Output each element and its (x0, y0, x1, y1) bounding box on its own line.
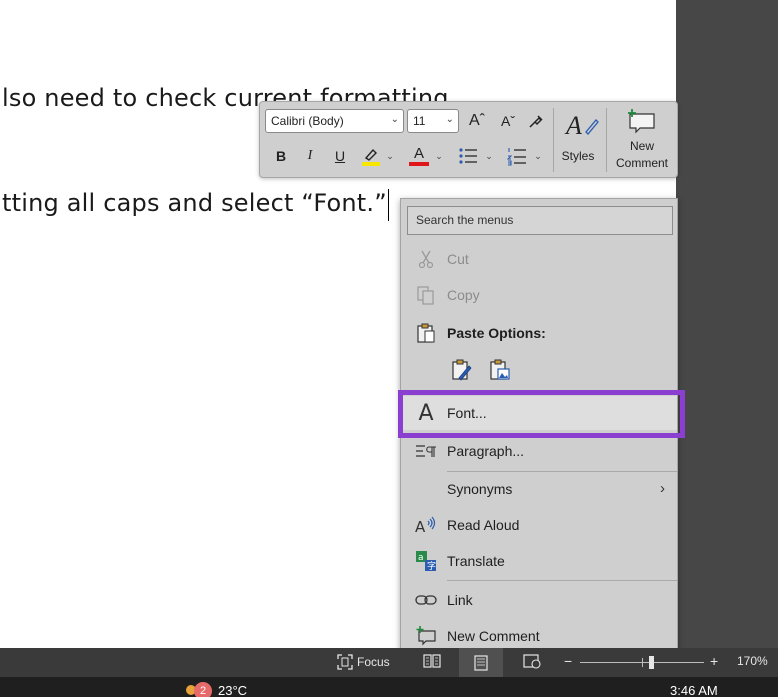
bullets-dropdown[interactable]: ⌄ (484, 148, 494, 164)
zoom-slider-center-tick (642, 658, 643, 667)
read-mode-icon (423, 654, 441, 668)
menu-item-label: Read Aloud (447, 517, 520, 533)
format-painter-icon (529, 115, 543, 128)
menu-item-font[interactable]: A Font... (401, 396, 677, 430)
menu-item-paragraph[interactable]: Paragraph... (401, 434, 677, 468)
zoom-level[interactable]: 170% (737, 654, 768, 668)
underline-button[interactable]: U (331, 144, 349, 168)
taskbar-clock[interactable]: 3:46 AM (670, 683, 718, 697)
web-layout-icon (523, 654, 541, 669)
paragraph-icon (415, 440, 437, 462)
menu-section-paste-options: Paste Options: (401, 316, 677, 350)
paste-keep-formatting-button[interactable] (449, 357, 475, 383)
chevron-down-icon: ⌄ (445, 114, 454, 125)
svg-text:字: 字 (427, 560, 436, 572)
toolbar-divider (606, 108, 607, 172)
grow-font-button[interactable]: Aˆ (465, 110, 489, 132)
read-aloud-icon: A (415, 514, 437, 536)
new-comment-label-line1: New (629, 139, 654, 153)
menu-item-translate[interactable]: a字 Translate (401, 544, 677, 578)
document-text-line[interactable]: tting all caps and select “Font.” (2, 189, 387, 217)
highlighter-icon (362, 148, 380, 166)
font-color-letter: A (413, 145, 424, 162)
menu-item-label: Paragraph... (447, 443, 525, 459)
font-color-button[interactable]: A (407, 144, 431, 168)
windows-taskbar: 2 23°C 3:46 AM (0, 677, 778, 697)
print-layout-button[interactable] (459, 648, 503, 677)
text-cursor (388, 189, 389, 221)
menu-item-label: Cut (447, 251, 469, 267)
menu-item-link[interactable]: Link (401, 583, 677, 617)
numbering-dropdown[interactable]: ⌄ (533, 148, 543, 164)
status-bar: Focus − + 170% (0, 648, 778, 677)
link-icon (415, 589, 437, 611)
bold-button[interactable]: B (272, 144, 290, 168)
font-name-dropdown[interactable]: Calibri (Body) ⌄ (265, 109, 404, 133)
new-comment-label-line2: Comment (615, 156, 668, 170)
web-layout-button[interactable] (523, 653, 541, 669)
font-color-dropdown[interactable]: ⌄ (434, 148, 444, 164)
zoom-slider-thumb[interactable] (649, 656, 654, 669)
menu-item-cut[interactable]: Cut (401, 242, 677, 276)
numbering-button[interactable] (505, 144, 529, 168)
styles-label: Styles (561, 149, 595, 163)
focus-icon (337, 654, 353, 670)
menu-item-label: Copy (447, 287, 480, 303)
zoom-in-button[interactable]: + (710, 653, 718, 669)
highlight-color-dropdown[interactable]: ⌄ (385, 148, 395, 164)
menu-item-read-aloud[interactable]: A Read Aloud (401, 508, 677, 542)
search-menus-input[interactable]: Search the menus (407, 206, 673, 235)
document-background (676, 0, 778, 648)
clipboard-icon (415, 322, 437, 344)
bullet-list-icon (459, 148, 477, 164)
toolbar-divider (553, 108, 554, 172)
chevron-right-icon: › (660, 480, 665, 497)
chevron-down-icon: ⌄ (390, 114, 399, 125)
format-painter-button[interactable] (524, 110, 548, 132)
focus-mode-button[interactable]: Focus (337, 654, 390, 670)
read-mode-button[interactable] (423, 653, 441, 669)
font-name-value: Calibri (Body) (271, 114, 344, 128)
font-size-value: 11 (413, 114, 426, 128)
menu-item-label: Font... (447, 405, 487, 421)
focus-label: Focus (357, 655, 390, 669)
bullets-button[interactable] (456, 144, 480, 168)
translate-icon: a字 (415, 550, 437, 572)
context-menu: Search the menus Cut Copy Paste Options:… (400, 198, 678, 654)
scissors-icon (415, 248, 437, 270)
svg-text:a: a (418, 553, 424, 563)
new-comment-icon (415, 625, 437, 647)
menu-item-label: Translate (447, 553, 505, 569)
paste-picture-icon (490, 359, 510, 380)
italic-button[interactable]: I (301, 144, 319, 168)
mini-toolbar: Calibri (Body) ⌄ 11 ⌄ Aˆ Aˇ B I U ⌄ A ⌄ … (259, 101, 678, 178)
font-icon: A (418, 400, 434, 426)
zoom-out-button[interactable]: − (564, 653, 572, 669)
numbered-list-icon (507, 148, 526, 166)
weather-temperature[interactable]: 23°C (218, 683, 247, 697)
menu-item-synonyms[interactable]: Synonyms › (401, 472, 677, 506)
notification-badge: 2 (194, 682, 212, 697)
copy-icon (415, 284, 437, 306)
shrink-font-button[interactable]: Aˇ (496, 110, 520, 132)
menu-item-label: Link (447, 592, 473, 608)
highlight-color-button[interactable] (359, 144, 383, 168)
svg-text:A: A (415, 518, 426, 535)
menu-separator (447, 580, 677, 581)
paste-picture-button[interactable] (487, 357, 513, 383)
font-size-dropdown[interactable]: 11 ⌄ (407, 109, 459, 133)
paste-keep-formatting-icon (452, 359, 472, 381)
print-layout-icon (474, 654, 488, 671)
font-color-swatch (409, 162, 429, 166)
paste-options-heading: Paste Options: (447, 325, 546, 341)
menu-item-label: Synonyms (447, 481, 513, 497)
menu-item-label: New Comment (447, 628, 540, 644)
menu-item-copy[interactable]: Copy (401, 278, 677, 312)
